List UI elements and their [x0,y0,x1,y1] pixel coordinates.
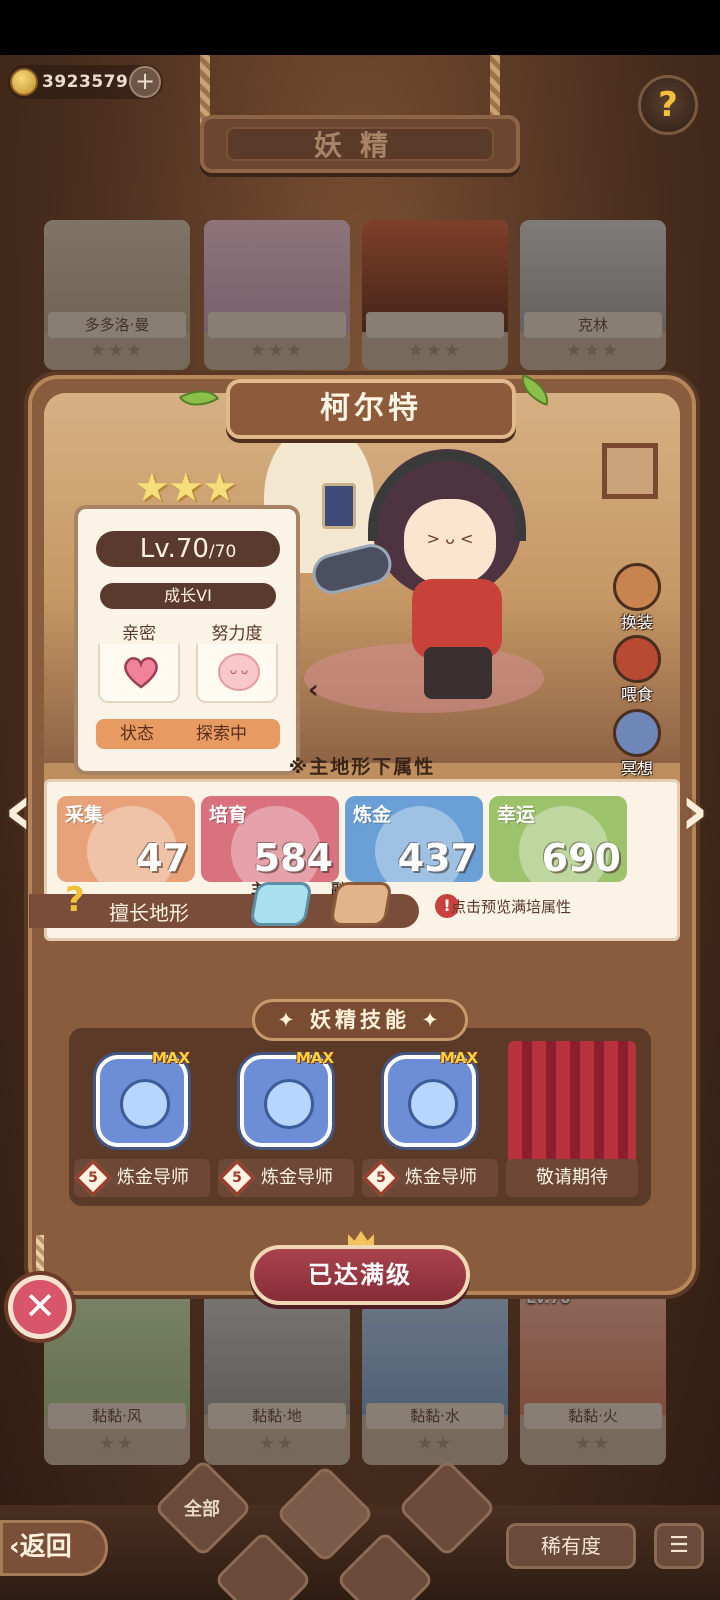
attr-label: 采集 [65,804,104,826]
fairy-name: 柯尔特 [320,391,422,426]
coin-counter: 39235794 + [8,65,163,99]
effort-label: 努力度 [196,619,278,644]
status-label: 状态 [120,724,154,744]
page-title: 妖精 [226,127,494,162]
close-rope [36,1235,44,1277]
alchemy-pot-icon [96,1055,188,1147]
fairy-screen: 39235794 + ? 妖精 多多洛·曼 ★★★ ★★★ ★★★ 克林 ★★★… [0,55,720,1600]
terrain-label: 擅长地形 [109,901,189,925]
alchemy-pot-icon [384,1055,476,1147]
filter-all-label: 全部 [184,1499,220,1520]
next-fairy-arrow[interactable]: › [680,775,720,855]
attr-label: 培育 [209,804,248,826]
outfit-button[interactable]: 换装 [602,563,672,633]
level-max: /70 [208,542,237,562]
add-coins-button[interactable]: + [129,66,161,98]
fairy-info-card: ★★★ Lv.70/70 成长VI 亲密 努力度 状态 探索中 [74,465,300,775]
tarot-card-icon [322,483,356,529]
attr-luck: 幸运 690 [489,796,627,882]
rarity-sort-button[interactable]: 稀有度 [506,1523,636,1569]
attr-value: 584 [253,836,333,880]
attr-label: 幸运 [497,804,536,826]
background-fairy-card[interactable]: 黏黏·水 ★★ [362,1285,508,1465]
collapse-info-button[interactable]: ‹ [308,675,319,705]
skill-max-badge: MAX [440,1049,479,1067]
title-sign: 妖精 [200,115,520,173]
meat-icon [613,635,661,683]
skill-level: 5 [88,1170,98,1186]
attr-gather: 采集 47 [57,796,195,882]
coming-soon-label: 敬请期待 [506,1159,638,1197]
skill-level: 5 [232,1170,242,1186]
attr-label: 炼金 [353,804,392,826]
attr-alchemy: 炼金 437 [345,796,483,882]
water-terrain-icon[interactable] [249,882,313,926]
preview-max-attributes-link[interactable]: 点击预览满培属性 [451,896,571,917]
outfit-label: 换装 [620,613,653,632]
intimacy-label: 亲密 [98,619,180,644]
feed-button[interactable]: 喂食 [602,635,672,705]
max-level-button[interactable]: 已达满级 [250,1245,470,1305]
skill-max-badge: MAX [152,1049,191,1067]
background-fairy-card[interactable]: 多多洛·曼 ★★★ [44,220,190,370]
locked-skill-curtain [508,1041,636,1169]
skill-level: 5 [376,1170,386,1186]
heart-icon [124,657,158,689]
background-fairy-card[interactable]: 黏黏·地 ★★ [204,1285,350,1465]
level-value: Lv.70 [139,534,209,564]
sort-order-button[interactable]: ☰ [654,1523,704,1569]
meditate-icon [613,709,661,757]
skill-slot[interactable]: MAX 炼金导师 5 [74,1049,210,1205]
attributes-panel: 采集 47 培育 584 炼金 437 幸运 690 擅长地形 ? ! 点击预览… [29,779,680,941]
outfit-icon [613,563,661,611]
fairy-name-banner: 柯尔特 [226,379,516,439]
skill-max-badge: MAX [296,1049,335,1067]
skill-slot[interactable]: MAX 炼金导师 5 [362,1049,498,1205]
status-bar: 状态 探索中 [96,719,280,749]
fairy-character-legs [424,647,492,699]
previous-fairy-arrow[interactable]: ‹ [4,775,44,855]
background-fairy-card[interactable]: Lv.70 黏黏·火 ★★ [520,1285,666,1465]
alchemy-pot-icon [240,1055,332,1147]
rarity-stars: ★★★ [134,465,238,511]
attr-nurture: 培育 584 [201,796,339,882]
skill-slot[interactable]: MAX 炼金导师 5 [218,1049,354,1205]
back-button[interactable]: ‹返回 [0,1520,108,1576]
mountain-terrain-icon[interactable] [329,882,393,926]
terrain-help-icon[interactable]: ? [65,880,105,920]
attr-value: 690 [541,836,621,880]
effort-face-icon [218,653,260,691]
coin-icon [10,68,38,96]
close-button[interactable]: ✕ [8,1275,72,1339]
attr-value: 47 [136,836,189,880]
coin-amount: 39235794 [42,72,141,92]
background-fairy-card[interactable]: 克林 ★★★ [520,220,666,370]
growth-rank: 成长VI [100,583,276,609]
attributes-title: ※主地形下属性 [288,756,436,778]
level-pill: Lv.70/70 [96,531,280,567]
background-fairy-card[interactable]: ★★★ [362,220,508,370]
attr-value: 437 [397,836,477,880]
help-button[interactable]: ? [638,75,698,135]
feed-label: 喂食 [620,685,653,704]
status-value: 探索中 [196,724,247,744]
fairy-character-face [404,499,496,585]
skills-title: ✦ 妖精技能 ✦ [252,999,468,1041]
background-fairy-card[interactable]: ★★★ [204,220,350,370]
fairy-detail-panel: ★★★ Lv.70/70 成长VI 亲密 努力度 状态 探索中 ‹ [28,373,696,1305]
